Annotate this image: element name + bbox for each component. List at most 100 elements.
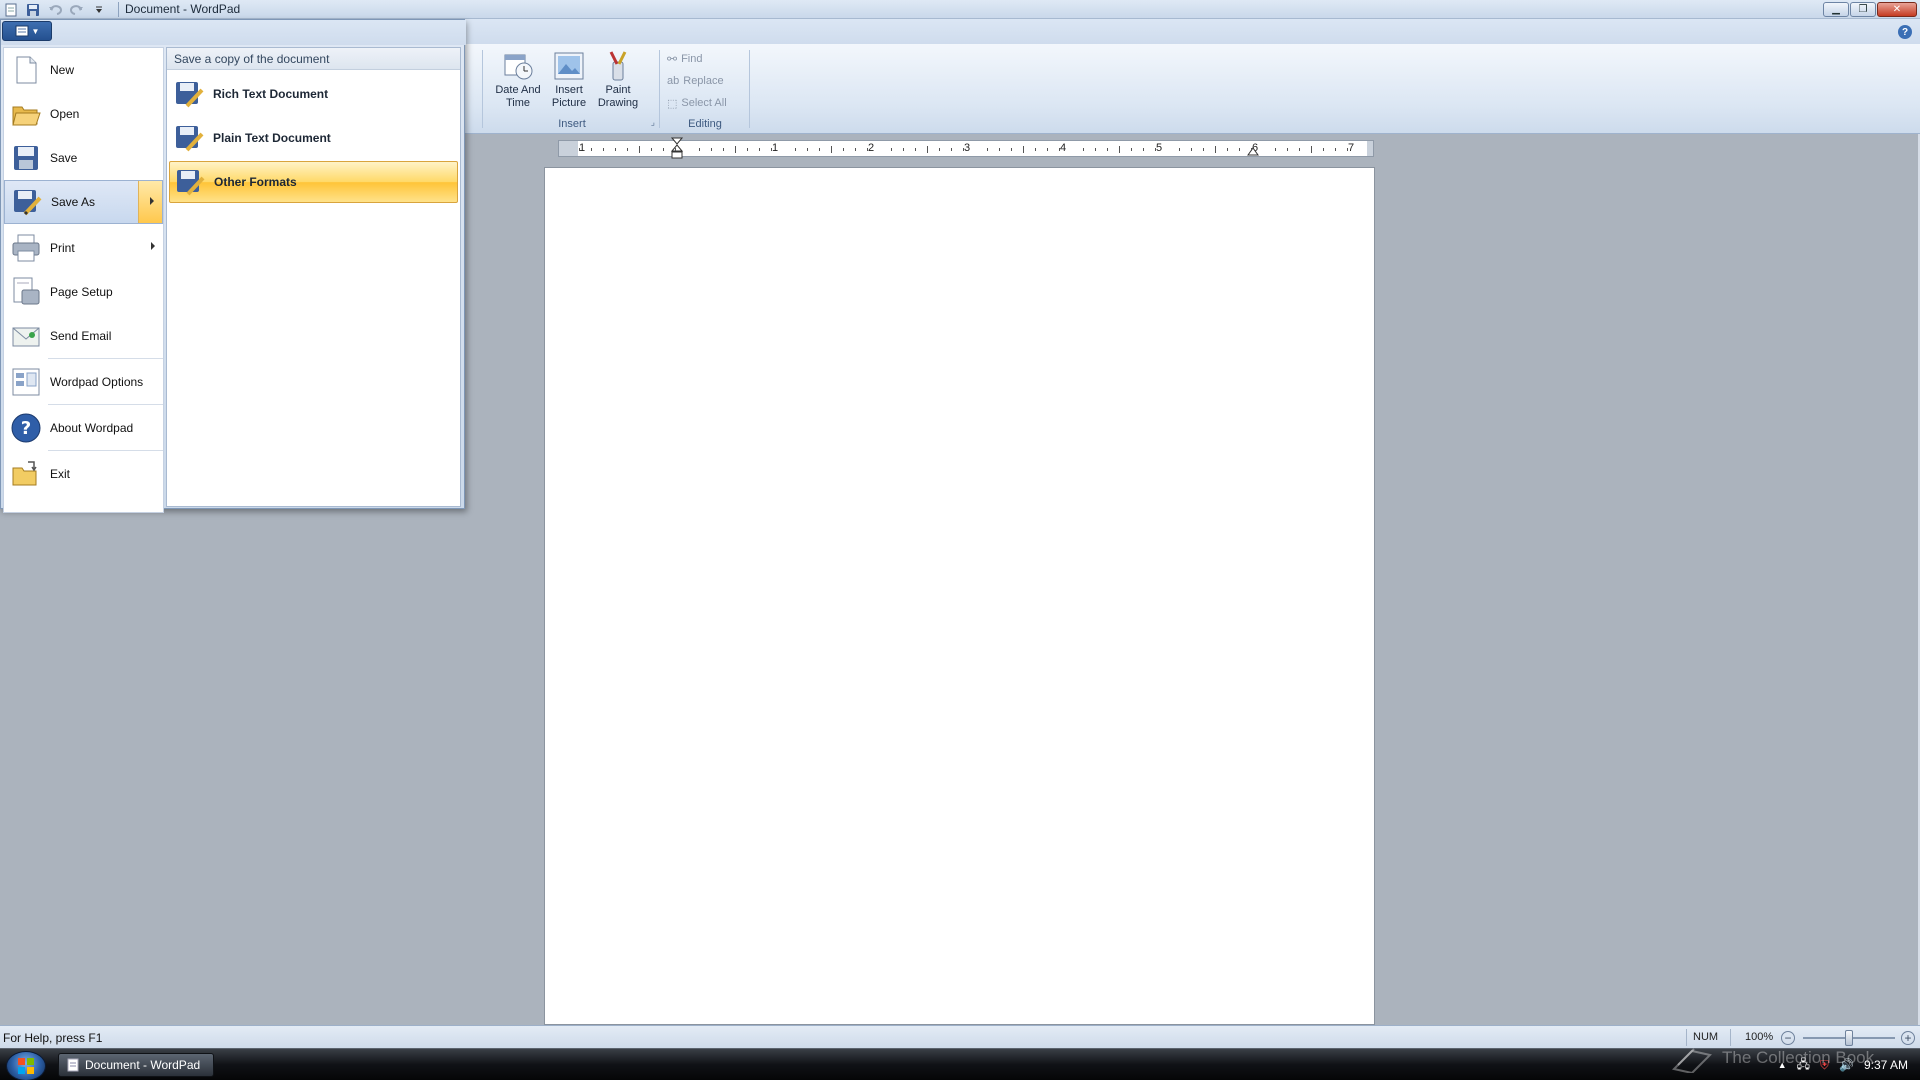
find-button[interactable]: ⚯ Find [667,50,702,68]
help-icon[interactable]: ? [1898,25,1912,39]
ribbon-divider [482,50,483,128]
plain-text-document-icon [176,126,204,152]
ruler-tick [1251,148,1252,151]
app-menu-commands: New Open Save Save As Print Page Setup S… [3,47,164,513]
ruler-left-margin [559,141,578,156]
document-page[interactable] [544,167,1375,1025]
menu-item-label: Send Email [50,329,112,343]
ruler-tick [855,148,856,151]
rich-text-document-icon [176,82,204,108]
ruler-tick [1335,148,1336,151]
submenu-arrow-icon [151,242,155,250]
ruler-tick [1119,146,1120,153]
menu-item-wordpad-options[interactable]: Wordpad Options [4,360,163,404]
menu-divider [48,358,163,359]
ruler-tick [579,148,580,151]
ruler-tick [1059,148,1060,151]
menu-item-exit[interactable]: Exit [4,452,163,496]
first-line-indent-marker[interactable] [671,137,683,161]
application-menu-button[interactable]: ▼ [2,21,52,41]
replace-button[interactable]: ab Replace [667,72,724,90]
wordpad-icon [67,1058,79,1072]
exit-icon [12,461,37,486]
chevron-down-icon: ▼ [31,26,40,36]
ruler-tick [843,148,844,151]
ruler-tick [639,146,640,153]
page-setup-icon [13,277,40,305]
document-menu-icon [15,25,29,37]
ruler-tick [1047,148,1048,151]
windows-logo-icon [18,1058,34,1074]
editing-group-label: Editing [688,118,722,130]
save-as-other-formats[interactable]: Other Formats [169,161,458,203]
ruler-tick [711,148,712,151]
menu-item-send-email[interactable]: Send Email [4,314,163,358]
date-time-label: Date And Time [495,84,541,109]
insert-group-label: Insert [558,118,586,130]
menu-item-new[interactable]: New [4,48,163,92]
taskbar-item-wordpad[interactable]: Document - WordPad [58,1053,214,1077]
options-icon [12,368,40,396]
insert-picture-label: Insert Picture [551,84,587,109]
ruler-tick [1275,148,1276,151]
ruler-number: 4 [1060,142,1067,154]
ribbon-divider [659,50,660,128]
help-icon: ? [11,413,41,443]
ruler-tick [951,148,952,151]
restore-button[interactable]: ❐ [1850,2,1876,17]
close-button[interactable]: ✕ [1877,2,1917,17]
ruler-number: 2 [868,142,875,154]
ruler-number: 7 [1348,142,1355,154]
svg-text:?: ? [21,418,31,439]
ruler-tick [627,148,628,151]
quick-access-toolbar [0,0,108,19]
window-controls: ▁ ❐ ✕ [1823,0,1920,19]
email-icon [12,327,40,347]
menu-item-label: Open [50,107,80,121]
insert-picture-button[interactable]: Insert Picture [544,48,594,114]
ruler-tick [663,148,664,151]
menu-item-save-as[interactable]: Save As [4,180,163,224]
ruler-tick [1299,148,1300,151]
watermark: The Collection Book [1670,1038,1910,1078]
ruler-tick [1083,148,1084,151]
menu-item-page-setup[interactable]: Page Setup [4,270,163,314]
ruler-tick [1155,148,1156,151]
menu-item-open[interactable]: Open [4,92,163,136]
ruler-tick [927,146,928,153]
select-all-button[interactable]: ⬚ Select All [667,94,727,112]
menu-item-print[interactable]: Print [4,226,163,270]
paint-drawing-label: Paint Drawing [597,84,639,109]
ruler[interactable]: 1 1 2 3 4 5 6 7 [558,137,1374,159]
menu-item-save[interactable]: Save [4,136,163,180]
ruler-tick [1323,148,1324,151]
date-time-button[interactable]: Date And Time [493,48,543,114]
app-menu-header [1,20,466,45]
undo-icon[interactable] [46,2,64,18]
dialog-launcher-icon[interactable]: ⌟ [651,117,655,128]
start-button[interactable] [6,1051,46,1080]
ruler-tick [1191,148,1192,151]
customize-toolbar-icon[interactable] [90,2,108,18]
ruler-tick [723,148,724,151]
paint-drawing-button[interactable]: Paint Drawing [593,48,643,114]
app-icon[interactable] [2,2,20,18]
menu-item-about-wordpad[interactable]: ? About Wordpad [4,406,163,450]
ruler-tick [699,148,700,151]
save-as-plain-text-document[interactable]: Plain Text Document [169,117,458,159]
title-separator [118,2,119,17]
menu-item-label: About Wordpad [50,421,134,435]
ruler-tick [615,148,616,151]
save-as-rich-text-document[interactable]: Rich Text Document [169,73,458,115]
redo-icon[interactable] [68,2,86,18]
ruler-tick [1107,148,1108,151]
ruler-tick [891,148,892,151]
ruler-tick [1347,148,1348,151]
minimize-button[interactable]: ▁ [1823,2,1849,17]
taskbar: Document - WordPad ▲ 🖧 ⛨ 🔊 9:37 AM [0,1048,1920,1080]
other-formats-icon [177,170,205,196]
right-indent-marker[interactable] [1247,143,1259,157]
submenu-title: Save a copy of the document [167,48,460,70]
ruler-right-margin [1367,141,1373,156]
save-icon[interactable] [24,2,42,18]
